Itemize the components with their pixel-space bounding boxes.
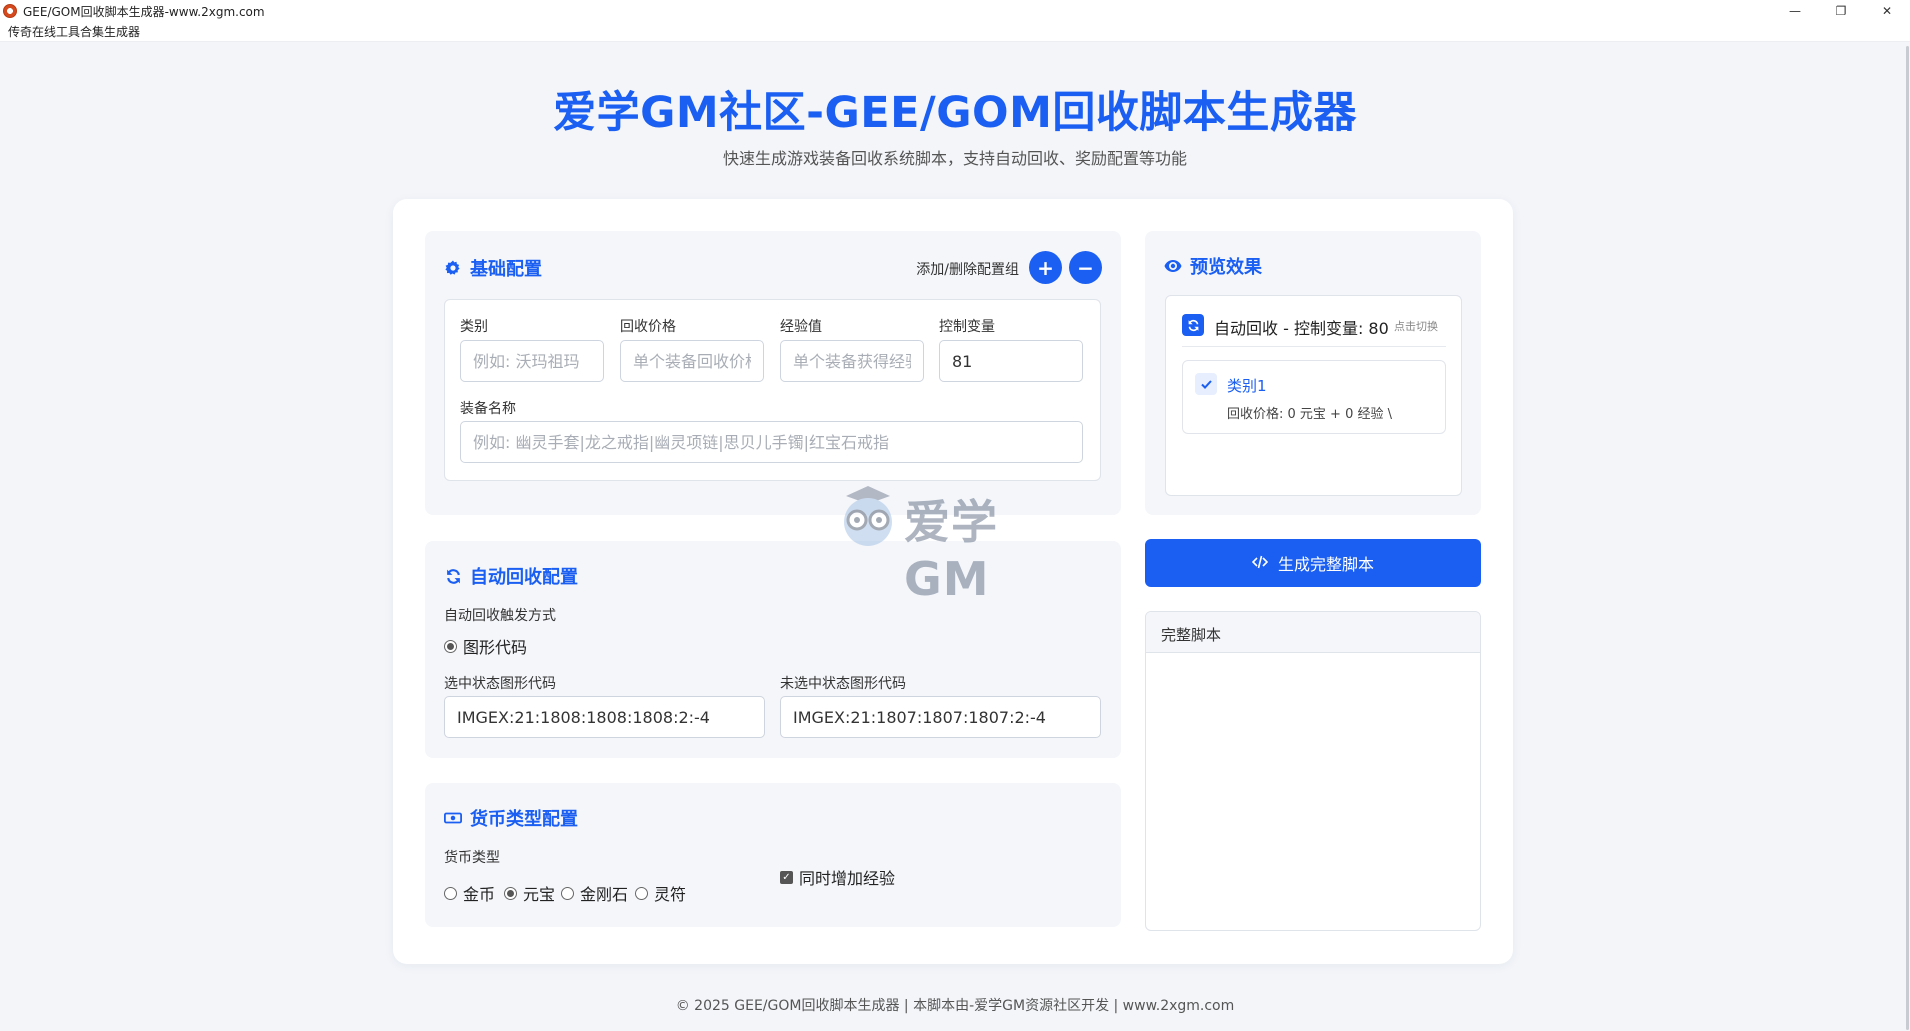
var-input[interactable] [939, 340, 1083, 382]
toggle-sync-icon[interactable] [1182, 314, 1204, 336]
minimize-button[interactable]: — [1772, 0, 1818, 22]
close-button[interactable]: ✕ [1864, 0, 1910, 22]
preview-toggle-hint[interactable]: 点击切换 [1394, 318, 1438, 334]
basic-config-title: 基础配置 [444, 255, 542, 281]
currency-option-label: 灵符 [654, 885, 687, 904]
selected-code-input[interactable] [444, 696, 765, 738]
preview-divider [1182, 346, 1446, 347]
page-subtitle: 快速生成游戏装备回收系统脚本，支持自动回收、奖励配置等功能 [722, 149, 1187, 168]
money-icon [444, 809, 462, 827]
currency-type-label: 货币类型 [444, 850, 500, 866]
currency-option-label: 元宝 [523, 885, 556, 904]
currency-panel: 货币类型配置 货币类型 金币 元宝 金刚石 灵符 ✓ 同时增加经验 [425, 783, 1121, 927]
check-icon [1195, 373, 1217, 395]
add-exp-option[interactable]: ✓ 同时增加经验 [780, 865, 895, 889]
selected-code-label: 选中状态图形代码 [444, 676, 556, 692]
script-output-title: 完整脚本 [1146, 612, 1480, 653]
currency-radio-talisman[interactable] [635, 886, 648, 900]
add-exp-checkbox[interactable]: ✓ [780, 870, 793, 884]
category-input[interactable] [460, 340, 604, 382]
trigger-label: 自动回收触发方式 [444, 608, 556, 624]
currency-radio-diamond[interactable] [561, 886, 574, 900]
code-icon [1251, 554, 1269, 573]
preview-panel: 预览效果 自动回收 - 控制变量: 80 点击切换 类别1 回收价格: 0 元宝… [1145, 231, 1481, 515]
currency-radio-gold[interactable] [444, 886, 457, 900]
currency-label: 货币类型配置 [470, 809, 578, 830]
unselected-code-input[interactable] [780, 696, 1101, 738]
category-label: 类别 [460, 319, 488, 335]
script-output-box: 完整脚本 [1145, 611, 1481, 931]
currency-title: 货币类型配置 [444, 805, 578, 831]
remove-group-button[interactable]: − [1069, 251, 1102, 284]
exp-label: 经验值 [780, 319, 822, 335]
currency-option-yuanbao[interactable]: 元宝 [504, 881, 555, 905]
exp-input[interactable] [780, 340, 924, 382]
equip-input[interactable] [460, 421, 1083, 463]
add-exp-label: 同时增加经验 [799, 869, 896, 888]
window-titlebar: GEE/GOM回收脚本生成器-www.2xgm.com — ❐ ✕ [0, 0, 1910, 22]
generate-script-button[interactable]: 生成完整脚本 [1145, 539, 1481, 587]
page-title: 爱学GM社区-GEE/GOM回收脚本生成器 [553, 88, 1357, 138]
trigger-option-label: 图形代码 [463, 638, 528, 657]
var-label: 控制变量 [939, 319, 995, 335]
app-icon [3, 4, 17, 18]
footer: © 2025 GEE/GOM回收脚本生成器 | 本脚本由-爱学GM资源社区开发 … [675, 998, 1235, 1014]
equip-label: 装备名称 [460, 401, 516, 417]
owl-icon [844, 486, 892, 546]
config-group: 类别 回收价格 经验值 控制变量 装备名称 [444, 299, 1101, 481]
add-remove-label: 添加/删除配置组 [916, 262, 1019, 278]
menubar: 传奇在线工具合集生成器 [0, 22, 1910, 42]
generate-script-label: 生成完整脚本 [1277, 555, 1374, 574]
eye-icon [1164, 257, 1182, 275]
preview-head-text: 自动回收 - 控制变量: 80 [1214, 319, 1389, 338]
window-controls: — ❐ ✕ [1772, 0, 1910, 22]
trigger-radio[interactable] [444, 639, 457, 653]
scrollbar-thumb[interactable] [1906, 46, 1909, 1030]
basic-config-panel: 基础配置 添加/删除配置组 + − 类别 回收价格 经验值 控制变量 装备名称 [425, 231, 1121, 515]
price-label: 回收价格 [620, 319, 676, 335]
currency-option-talisman[interactable]: 灵符 [635, 881, 686, 905]
watermark-text: 爱学GM [904, 495, 998, 606]
auto-recycle-label: 自动回收配置 [470, 567, 578, 588]
add-group-button[interactable]: + [1029, 251, 1062, 284]
trigger-option-graphic[interactable]: 图形代码 [444, 634, 527, 658]
basic-config-label: 基础配置 [470, 259, 542, 280]
currency-option-label: 金刚石 [580, 885, 629, 904]
preview-item[interactable]: 类别1 回收价格: 0 元宝 + 0 经验 \ [1182, 360, 1446, 434]
currency-radio-yuanbao[interactable] [504, 886, 517, 900]
currency-option-gold[interactable]: 金币 [444, 881, 495, 905]
script-output-area[interactable] [1146, 653, 1480, 930]
menu-item-tools[interactable]: 传奇在线工具合集生成器 [8, 23, 140, 40]
unselected-code-label: 未选中状态图形代码 [780, 676, 906, 692]
price-input[interactable] [620, 340, 764, 382]
window-title: GEE/GOM回收脚本生成器-www.2xgm.com [23, 4, 265, 19]
preview-box: 自动回收 - 控制变量: 80 点击切换 类别1 回收价格: 0 元宝 + 0 … [1165, 295, 1462, 496]
currency-option-label: 金币 [463, 885, 496, 904]
sync-icon [444, 567, 462, 585]
auto-recycle-title: 自动回收配置 [444, 563, 578, 589]
preview-item-desc: 回收价格: 0 元宝 + 0 经验 \ [1227, 407, 1392, 422]
preview-item-title: 类别1 [1227, 377, 1267, 395]
preview-label: 预览效果 [1190, 257, 1262, 278]
maximize-button[interactable]: ❐ [1818, 0, 1864, 22]
currency-option-diamond[interactable]: 金刚石 [561, 881, 628, 905]
gear-icon [444, 259, 462, 277]
preview-title: 预览效果 [1164, 253, 1262, 279]
watermark-logo: 爱学GM [838, 478, 1078, 606]
